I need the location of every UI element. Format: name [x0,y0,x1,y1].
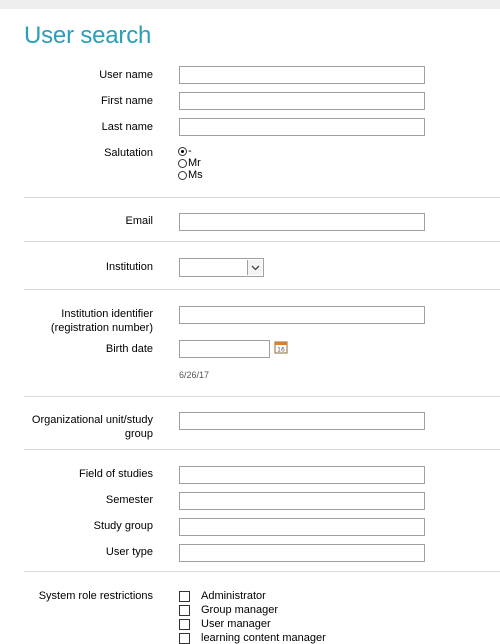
salutation-option-label: - [188,145,192,157]
first-name-label: First name [101,95,153,107]
field-of-studies-input[interactable] [179,466,425,484]
checkbox[interactable] [179,604,190,616]
institution-identifier-label: Institution identifier (registration num… [3,307,153,335]
section-divider [24,197,500,198]
semester-label: Semester [105,494,153,506]
study-group-input[interactable] [179,518,425,536]
birth-date-input[interactable] [179,340,270,358]
role-option-label: Administrator [201,590,266,602]
checkbox[interactable] [179,632,190,644]
label-line: Organizational unit/study [31,414,153,426]
checkbox[interactable] [179,590,190,602]
page-title: User search [24,22,152,49]
radio-button[interactable] [178,171,187,180]
salutation-option-label: Mr [188,157,201,169]
label-line: (registration number) [50,322,153,334]
label-line: Institution identifier [61,308,153,320]
section-divider [24,396,500,397]
salutation-option-mr[interactable]: Mr [178,158,201,169]
institution-label: Institution [105,261,153,273]
salutation-option-ms[interactable]: Ms [178,170,203,181]
semester-input[interactable] [179,492,425,510]
role-option-administrator[interactable]: Administrator [179,590,266,602]
dropdown-button[interactable] [247,260,262,275]
email-input[interactable] [179,213,425,231]
org-unit-input[interactable] [179,412,425,430]
email-label: Email [125,215,153,227]
svg-text:16: 16 [277,347,285,354]
org-unit-label: Organizational unit/study group [3,413,153,441]
user-type-input[interactable] [179,544,425,562]
role-option-user-manager[interactable]: User manager [179,618,271,630]
user-type-label: User type [105,546,153,558]
last-name-input[interactable] [179,118,425,136]
radio-button[interactable] [178,159,187,168]
section-divider [24,289,500,290]
last-name-label: Last name [101,121,153,133]
section-divider [24,449,500,450]
section-divider [24,571,500,572]
top-bar [0,0,500,9]
role-option-label: learning content manager [201,632,326,644]
radio-button-checked[interactable] [178,147,187,156]
role-option-group-manager[interactable]: Group manager [179,604,278,616]
chevron-down-icon [251,265,259,270]
calendar-icon[interactable]: 16 [274,340,288,354]
checkbox[interactable] [179,618,190,630]
section-divider [24,241,500,242]
birth-date-format-hint: 6/26/17 [179,370,210,380]
system-roles-label: System role restrictions [38,590,153,602]
salutation-label: Salutation [104,147,153,159]
study-group-label: Study group [93,520,153,532]
role-option-label: Group manager [201,604,279,616]
username-label: User name [99,69,153,81]
birth-date-label: Birth date [105,343,153,355]
username-input[interactable] [179,66,425,84]
role-option-learning-content-manager[interactable]: learning content manager [179,632,326,644]
institution-select[interactable] [179,258,264,277]
field-of-studies-label: Field of studies [79,468,153,480]
first-name-input[interactable] [179,92,425,110]
salutation-option-none[interactable]: - [178,146,192,157]
salutation-option-label: Ms [188,169,203,181]
institution-identifier-input[interactable] [179,306,425,324]
label-line: group [124,428,153,440]
role-option-label: User manager [201,618,271,630]
